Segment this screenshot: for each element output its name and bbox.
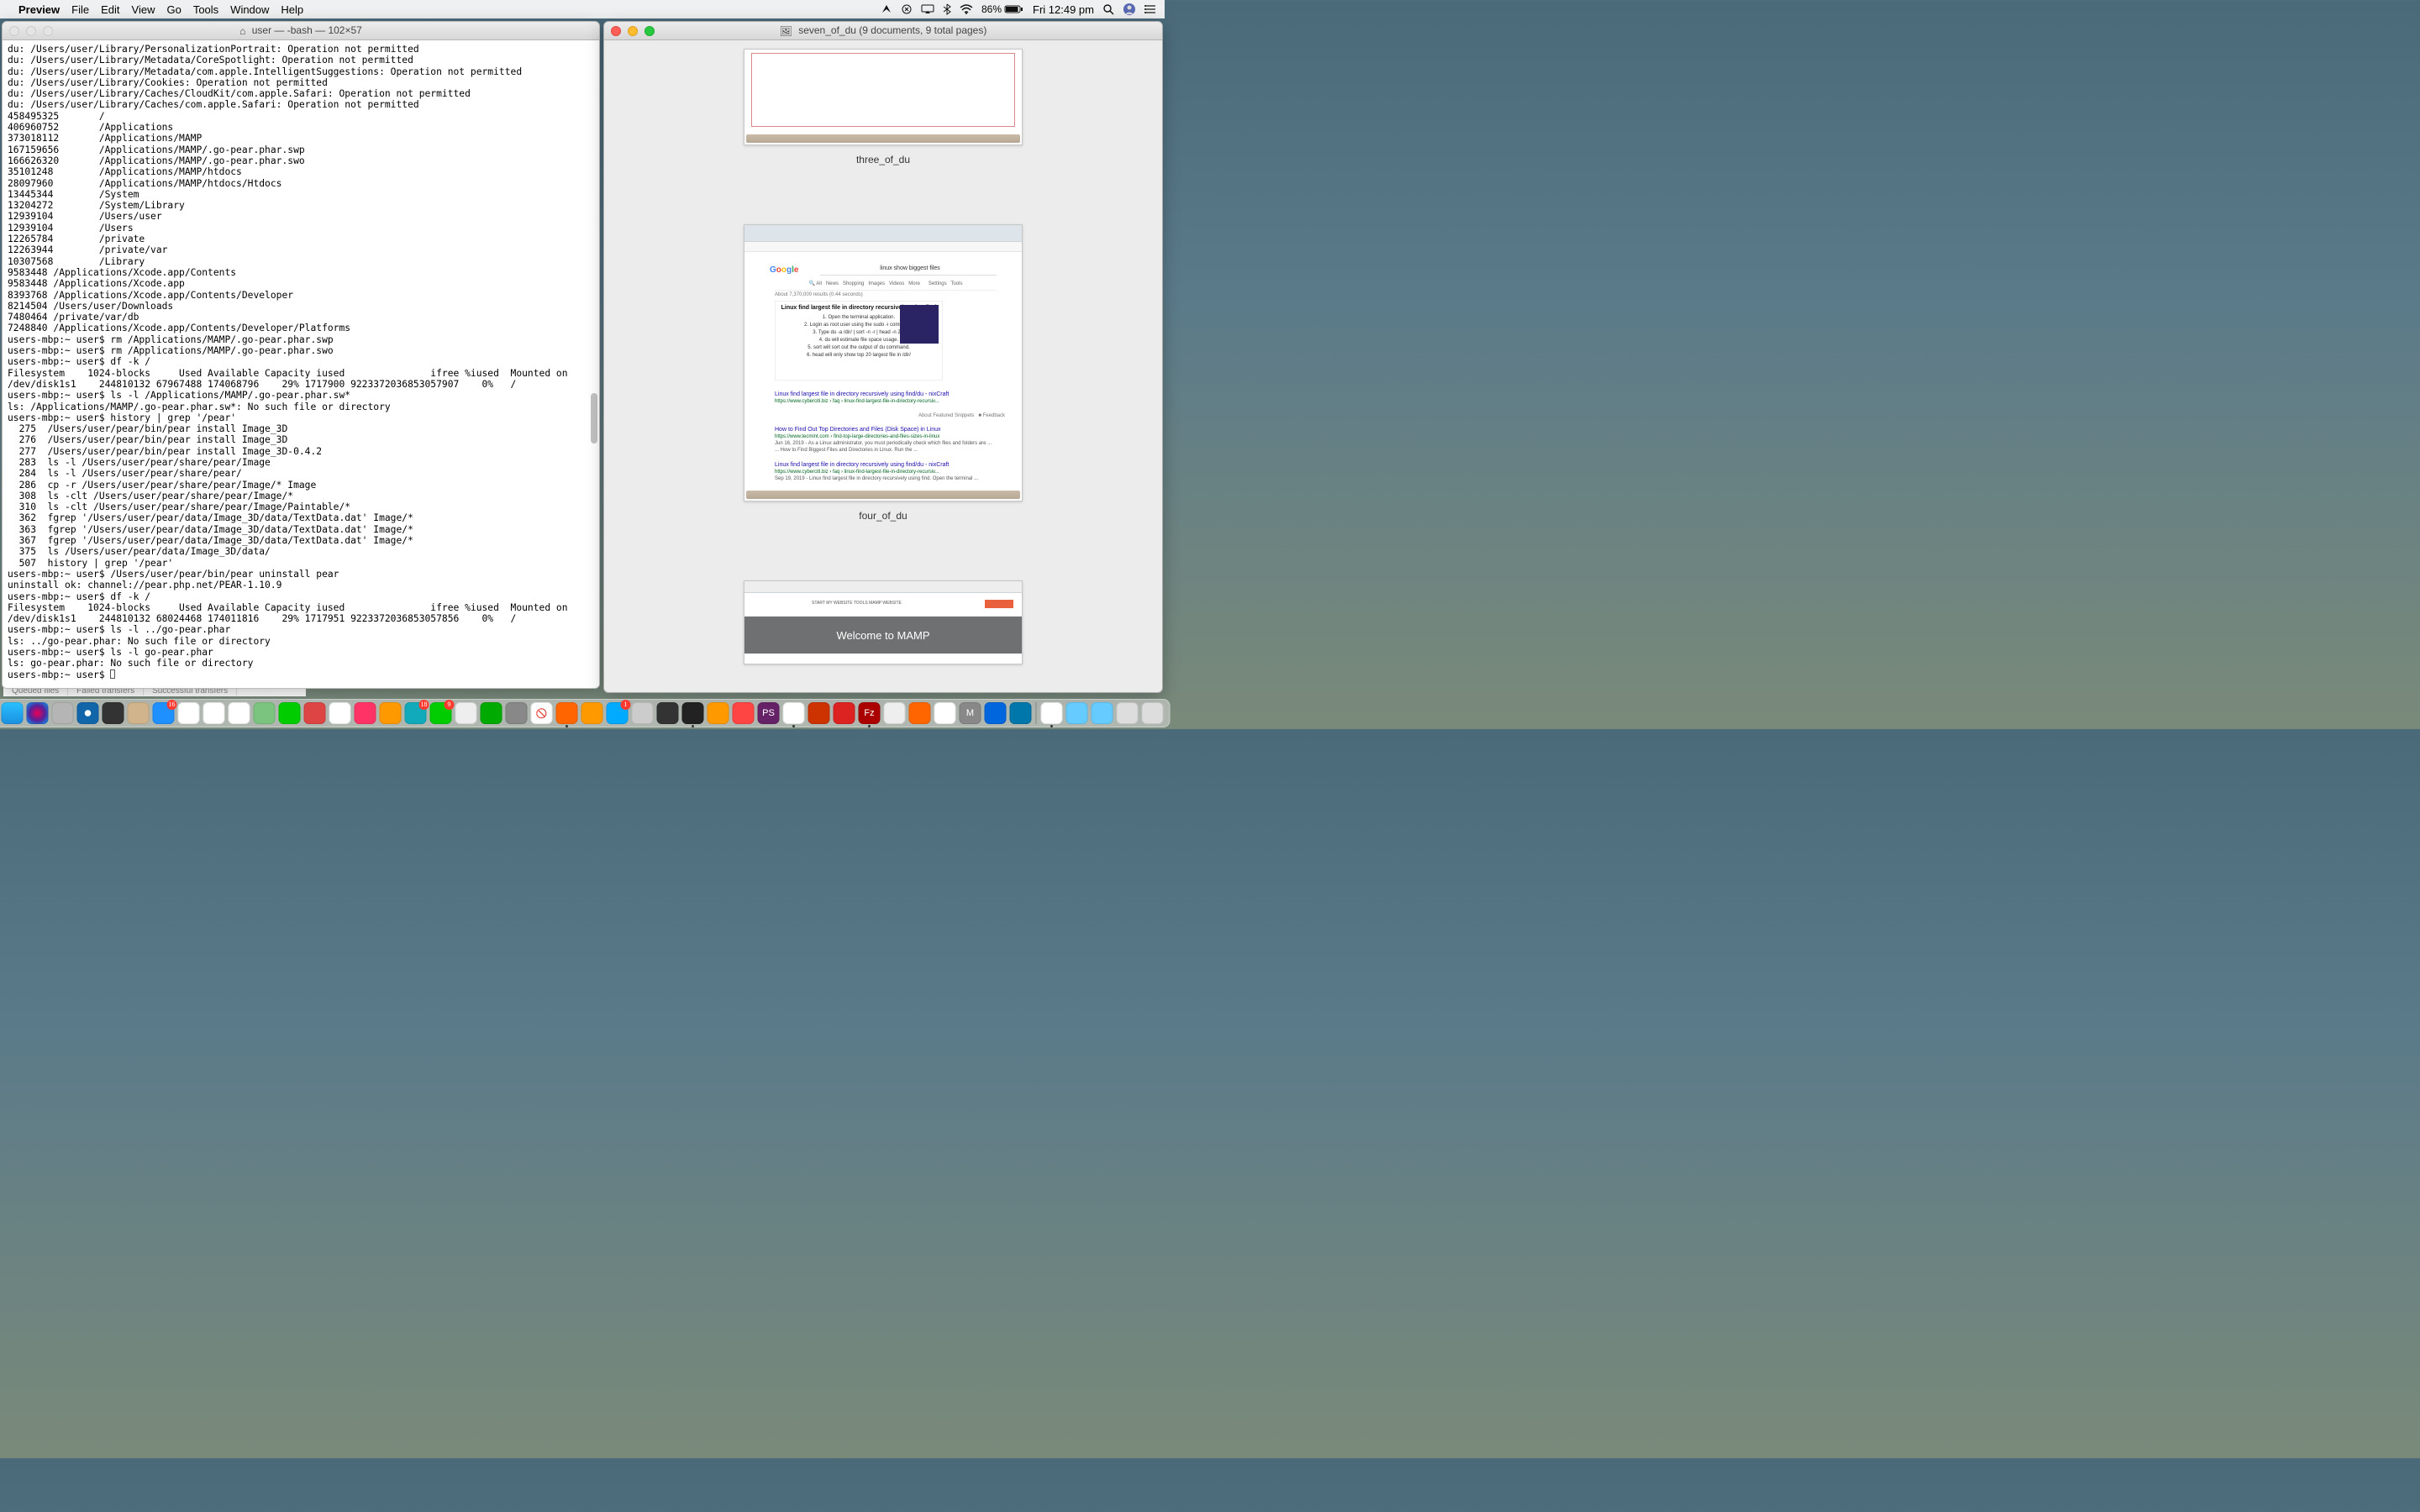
dock-safari[interactable] — [76, 701, 100, 725]
dock[interactable]: 16 6 189 🚫 1 PS Fz M — [0, 699, 1171, 727]
menu-tools[interactable]: Tools — [193, 3, 218, 16]
dock-itunes[interactable] — [354, 701, 377, 725]
thumb-search-query: linux show biggest files — [820, 265, 997, 276]
menu-view[interactable]: View — [132, 3, 155, 16]
home-folder-icon: ⌂ — [239, 25, 245, 37]
battery-status[interactable]: 86% — [981, 3, 1024, 15]
terminal-window[interactable]: ⌂ user — -bash — 102×57 du: /Users/user/… — [2, 21, 600, 689]
png-doc-icon: 🖼 — [780, 25, 792, 37]
preview-contact-sheet[interactable]: three_of_du Google linux show biggest fi… — [604, 40, 1162, 692]
dock-wireshark[interactable] — [1009, 701, 1033, 725]
preview-doc-four-of-du[interactable]: Google linux show biggest files 🔍 All Ne… — [744, 224, 1023, 522]
dock-launchpad[interactable] — [51, 701, 75, 725]
dock-mamp[interactable]: M — [959, 701, 982, 725]
terminal-scrollthumb[interactable] — [591, 393, 597, 444]
notification-center-icon[interactable] — [1144, 4, 1156, 14]
dock-skype[interactable]: 1 — [606, 701, 629, 725]
dock-trash[interactable] — [1141, 701, 1165, 725]
dock-calendar[interactable]: 6 — [203, 701, 226, 725]
dock-messages[interactable]: 9 — [429, 701, 453, 725]
menu-edit[interactable]: Edit — [101, 3, 119, 16]
dock-firefox[interactable] — [555, 701, 579, 725]
doc-label: three_of_du — [744, 154, 1023, 165]
menu-help[interactable]: Help — [281, 3, 303, 16]
battery-pct-label: 86% — [981, 3, 1002, 15]
mamp-welcome: Welcome to MAMP — [744, 617, 1022, 654]
dock-phpstorm[interactable]: PS — [757, 701, 781, 725]
dock-ibooks[interactable] — [379, 701, 402, 725]
dock-appstore[interactable]: 18 — [404, 701, 428, 725]
dock-maps[interactable] — [253, 701, 276, 725]
dock-keychain[interactable] — [631, 701, 655, 725]
dock-mail[interactable]: 16 — [152, 701, 176, 725]
avast-status-icon[interactable] — [901, 3, 913, 15]
dock-no-entry[interactable]: 🚫 — [530, 701, 554, 725]
menu-file[interactable]: File — [71, 3, 89, 16]
preview-doc-three-of-du[interactable]: three_of_du — [744, 49, 1023, 165]
dock-brave[interactable] — [732, 701, 755, 725]
terminal-output[interactable]: du: /Users/user/Library/PersonalizationP… — [3, 40, 599, 688]
doc-label: four_of_du — [744, 510, 1023, 522]
dock-stack[interactable] — [1116, 701, 1139, 725]
dock-reminders[interactable] — [177, 701, 201, 725]
dock-textedit[interactable] — [455, 701, 478, 725]
airplay-icon[interactable] — [921, 4, 934, 14]
dock-activitymon[interactable] — [656, 701, 680, 725]
terminal-title: ⌂ user — -bash — 102×57 — [3, 24, 599, 37]
active-app-name[interactable]: Preview — [18, 3, 60, 16]
dock-preview[interactable] — [1040, 701, 1064, 725]
preview-window[interactable]: 🖼 seven_of_du (9 documents, 9 total page… — [603, 21, 1163, 693]
user-icon[interactable] — [1123, 3, 1136, 16]
dock-siri[interactable] — [26, 701, 50, 725]
terminal-titlebar[interactable]: ⌂ user — -bash — 102×57 — [3, 22, 599, 40]
dock-avast[interactable] — [707, 701, 730, 725]
buy-mamp-pro-button — [985, 600, 1013, 608]
preview-title: 🖼 seven_of_du (9 documents, 9 total page… — [604, 24, 1162, 37]
dock-contacts[interactable] — [127, 701, 150, 725]
menubar: Preview File Edit View Go Tools Window H… — [0, 0, 1165, 18]
dock-chrome[interactable] — [782, 701, 806, 725]
dock-idle[interactable] — [934, 701, 957, 725]
dock-downloads[interactable] — [1065, 701, 1089, 725]
dock-terminal[interactable] — [681, 701, 705, 725]
wifi-icon[interactable] — [960, 4, 973, 14]
dock-notes[interactable] — [228, 701, 251, 725]
dock-separator — [1036, 702, 1037, 724]
preview-doc-mamp[interactable]: START MY WEBSITE TOOLS MAMP WEBSITE Welc… — [744, 580, 1023, 673]
dock-finder[interactable] — [1, 701, 24, 725]
menu-go[interactable]: Go — [166, 3, 181, 16]
dock-vlc[interactable] — [581, 701, 604, 725]
dock-opera[interactable] — [833, 701, 856, 725]
dock-dashboard[interactable] — [102, 701, 125, 725]
dock-placeholder1[interactable] — [883, 701, 907, 725]
dock-folder[interactable] — [1091, 701, 1114, 725]
dock-handbrake[interactable] — [808, 701, 831, 725]
dock-firefox2[interactable] — [908, 701, 932, 725]
malwarebytes-icon[interactable] — [881, 3, 892, 15]
dock-photobooth[interactable] — [303, 701, 327, 725]
dock-photos[interactable] — [329, 701, 352, 725]
dock-teamviewer[interactable] — [984, 701, 1007, 725]
clock[interactable]: Fri 12:49 pm — [1033, 3, 1094, 16]
dock-syspref[interactable] — [505, 701, 529, 725]
menu-window[interactable]: Window — [230, 3, 269, 16]
dock-numbers[interactable] — [480, 701, 503, 725]
preview-titlebar[interactable]: 🖼 seven_of_du (9 documents, 9 total page… — [604, 22, 1162, 40]
spotlight-icon[interactable] — [1102, 3, 1114, 15]
bluetooth-icon[interactable] — [943, 3, 951, 15]
terminal-scrollbar[interactable] — [590, 40, 598, 687]
dock-filezilla[interactable]: Fz — [858, 701, 881, 725]
dock-facetime[interactable] — [278, 701, 302, 725]
